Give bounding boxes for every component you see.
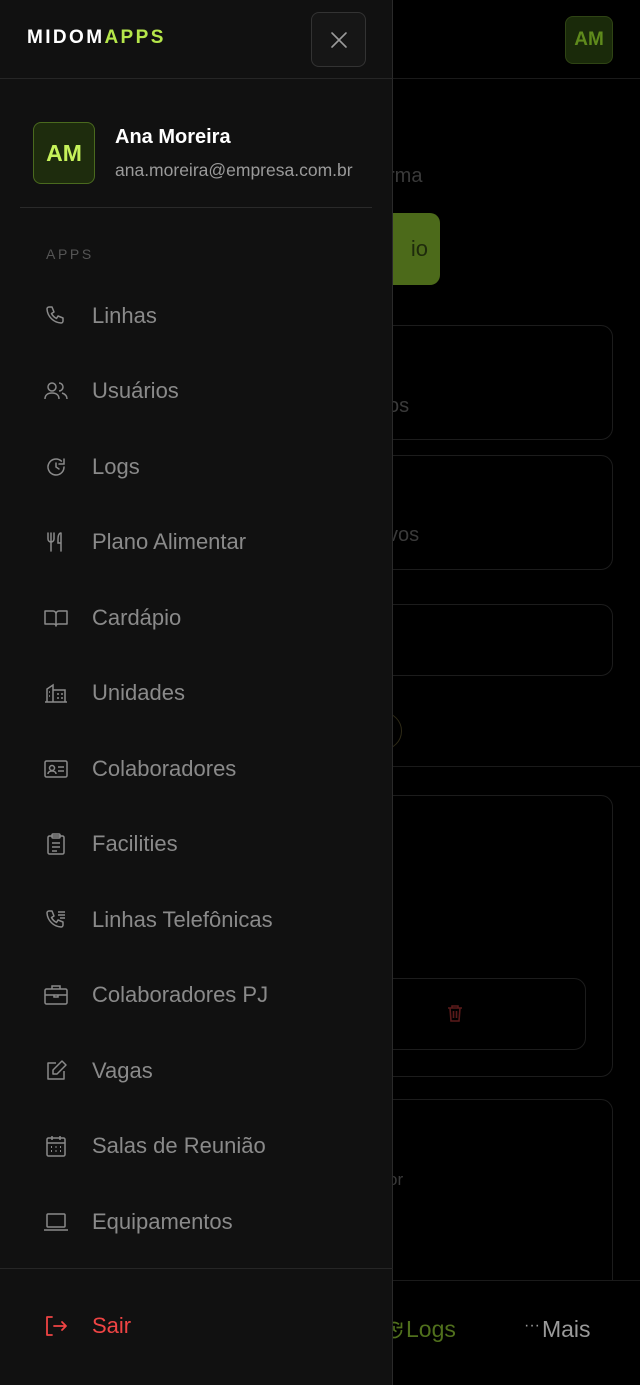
- phone-icon: [42, 302, 70, 330]
- background-card: [380, 455, 613, 570]
- book-open-icon: [42, 604, 70, 632]
- bottom-nav-more[interactable]: ··· Mais: [524, 1316, 591, 1343]
- logout-button[interactable]: Sair: [20, 1291, 372, 1361]
- trash-icon[interactable]: [447, 1004, 463, 1022]
- edit-icon: [42, 1057, 70, 1085]
- utensils-icon: [42, 528, 70, 556]
- brand-logo: MIDOMAPPS: [27, 27, 166, 48]
- menu-item-unidades[interactable]: Unidades: [20, 658, 372, 728]
- close-button[interactable]: [311, 12, 366, 67]
- section-label: APPS: [46, 246, 94, 262]
- background-card: [380, 978, 586, 1050]
- background-card: [380, 604, 613, 676]
- menu-item-facilities[interactable]: Facilities: [20, 809, 372, 879]
- menu-item-equipamentos[interactable]: Equipamentos: [20, 1187, 372, 1257]
- menu-item-usuarios[interactable]: Usuários: [20, 356, 372, 426]
- background-snippet: rma: [388, 165, 423, 187]
- calendar-icon: [42, 1132, 70, 1160]
- menu-item-vagas[interactable]: Vagas: [20, 1036, 372, 1106]
- menu-item-colaboradores-pj[interactable]: Colaboradores PJ: [20, 960, 372, 1030]
- close-icon: [329, 30, 349, 50]
- menu-item-linhas-telefonicas[interactable]: Linhas Telefônicas: [20, 885, 372, 955]
- menu-item-colaboradores[interactable]: Colaboradores: [20, 734, 372, 804]
- clipboard-icon: [42, 830, 70, 858]
- menu-item-linhas[interactable]: Linhas: [20, 281, 372, 351]
- drawer-footer: Sair: [0, 1268, 393, 1385]
- avatar: AM: [33, 122, 95, 184]
- building-icon: [42, 679, 70, 707]
- phone-list-icon: [42, 906, 70, 934]
- menu-item-logs[interactable]: Logs: [20, 432, 372, 502]
- user-profile: AM Ana Moreira ana.moreira@empresa.com.b…: [20, 100, 372, 208]
- background-card: [380, 1099, 613, 1299]
- drawer-header: MIDOMAPPS: [0, 0, 393, 79]
- navigation-drawer: MIDOMAPPS AM Ana Moreira ana.moreira@emp…: [0, 0, 393, 1385]
- logout-icon: [42, 1312, 70, 1340]
- menu-item-salas-de-reuniao[interactable]: Salas de Reunião: [20, 1111, 372, 1181]
- user-name: Ana Moreira: [115, 126, 231, 148]
- background-avatar[interactable]: AM: [565, 16, 613, 64]
- more-dots-icon: ···: [524, 1316, 540, 1334]
- menu-item-plano-alimentar[interactable]: Plano Alimentar: [20, 507, 372, 577]
- laptop-icon: [42, 1208, 70, 1236]
- background-divider: [393, 766, 640, 767]
- briefcase-icon: [42, 981, 70, 1009]
- user-email: ana.moreira@empresa.com.br: [115, 160, 353, 180]
- menu-item-cardapio[interactable]: Cardápio: [20, 583, 372, 653]
- id-card-icon: [42, 755, 70, 783]
- users-icon: [42, 377, 70, 405]
- background-card: [380, 325, 613, 440]
- bottom-nav-logs[interactable]: Logs: [384, 1316, 456, 1343]
- history-icon: [42, 453, 70, 481]
